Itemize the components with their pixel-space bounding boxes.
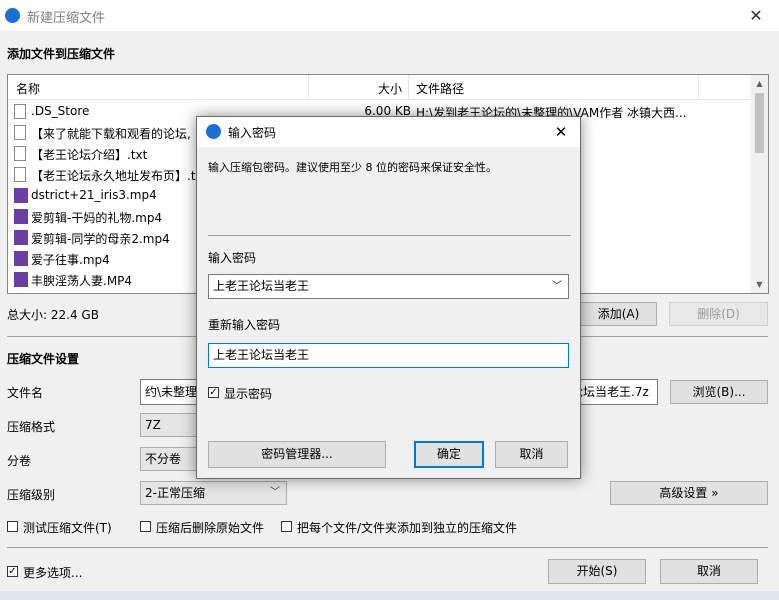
password-dialog: 输入密码 ✕ 输入压缩包密码。建议使用至少 8 位的密码来保证安全性。 输入密码… bbox=[196, 116, 581, 479]
password-manager-button[interactable]: 密码管理器... bbox=[208, 441, 386, 468]
each-file-checkbox[interactable] bbox=[281, 521, 292, 532]
cell-name: 【来了就能下载和观看的论坛, bbox=[31, 127, 191, 141]
cell-name: 【老王论坛永久地址发布页】.t bbox=[31, 169, 196, 183]
show-password-checkbox[interactable]: ✓ bbox=[208, 387, 219, 398]
settings-heading: 压缩文件设置 bbox=[7, 352, 80, 366]
each-file-label[interactable]: 把每个文件/文件夹添加到独立的压缩文件 bbox=[297, 519, 517, 536]
divider bbox=[7, 547, 768, 548]
chevron-down-icon[interactable]: ﹀ bbox=[552, 275, 562, 298]
close-icon[interactable]: ✕ bbox=[733, 0, 779, 31]
more-options-label[interactable]: 更多选项... bbox=[23, 564, 82, 581]
divider bbox=[208, 235, 571, 236]
test-archive-label[interactable]: 测试压缩文件(T) bbox=[23, 519, 112, 536]
total-size: 总大小: 22.4 GB bbox=[7, 308, 99, 322]
password-value: 上老王论坛当老王 bbox=[213, 279, 310, 293]
start-button[interactable]: 开始(S) bbox=[548, 559, 646, 584]
test-archive-checkbox[interactable] bbox=[7, 521, 18, 532]
more-options-checkbox[interactable]: ✓ bbox=[7, 566, 18, 577]
mp4-icon bbox=[14, 272, 28, 287]
cell-name: dstrict+21_iris3.mp4 bbox=[31, 188, 157, 202]
split-label: 分卷 bbox=[7, 454, 32, 468]
file-icon bbox=[14, 146, 26, 161]
mp4-icon bbox=[14, 230, 28, 245]
dialog-title: 输入密码 bbox=[228, 126, 277, 140]
taskbar-strip bbox=[0, 591, 779, 600]
window-title: 新建压缩文件 bbox=[27, 11, 106, 26]
app-logo-icon bbox=[5, 8, 20, 23]
advanced-settings-button[interactable]: 高级设置 » bbox=[610, 481, 768, 505]
confirm-password-input[interactable]: 上老王论坛当老王 bbox=[208, 343, 569, 368]
file-list-scrollbar[interactable]: ▲ ▼ bbox=[751, 75, 768, 293]
password-input[interactable]: 上老王论坛当老王 ﹀ bbox=[208, 274, 569, 299]
cell-name: 爱子往事.mp4 bbox=[31, 253, 110, 267]
level-select[interactable]: 2-正常压缩 ﹀ bbox=[140, 481, 287, 505]
add-files-heading: 添加文件到压缩文件 bbox=[7, 47, 116, 61]
ok-button[interactable]: 确定 bbox=[414, 441, 484, 468]
file-icon bbox=[14, 167, 26, 182]
title-bar: 新建压缩文件 ✕ bbox=[0, 0, 779, 31]
dialog-cancel-button[interactable]: 取消 bbox=[495, 441, 568, 468]
filename-label: 文件名 bbox=[7, 386, 44, 400]
scroll-down-icon[interactable]: ▼ bbox=[751, 276, 768, 293]
password-label: 输入密码 bbox=[208, 251, 257, 265]
cell-name: 爱剪辑-同学的母亲2.mp4 bbox=[31, 232, 170, 246]
mp4-icon bbox=[14, 188, 28, 203]
cell-name: 【老王论坛介绍】.txt bbox=[31, 148, 148, 162]
scroll-thumb[interactable] bbox=[755, 93, 764, 153]
level-label: 压缩级别 bbox=[7, 488, 56, 502]
mp4-icon bbox=[14, 251, 28, 266]
cell-name: 爱剪辑-干妈的礼物.mp4 bbox=[31, 211, 163, 225]
show-password-label[interactable]: 显示密码 bbox=[224, 385, 272, 402]
mp4-icon bbox=[14, 209, 28, 224]
column-path[interactable]: 文件路径 bbox=[416, 80, 464, 97]
chevron-down-icon: ﹀ bbox=[270, 487, 280, 498]
dialog-title-bar: 输入密码 ✕ bbox=[197, 117, 580, 147]
delete-after-checkbox[interactable] bbox=[140, 521, 151, 532]
app-logo-icon bbox=[206, 124, 221, 139]
cancel-button[interactable]: 取消 bbox=[660, 559, 758, 584]
column-size[interactable]: 大小 bbox=[378, 80, 402, 97]
close-icon[interactable]: ✕ bbox=[546, 120, 576, 144]
cell-name: 丰腴淫荡人妻.MP4 bbox=[31, 274, 133, 288]
file-icon bbox=[14, 104, 26, 119]
column-name[interactable]: 名称 bbox=[16, 80, 40, 97]
scroll-up-icon[interactable]: ▲ bbox=[751, 75, 768, 92]
level-value: 2-正常压缩 bbox=[145, 486, 205, 500]
browse-button[interactable]: 浏览(B)... bbox=[670, 380, 768, 404]
dialog-description: 输入压缩包密码。建议使用至少 8 位的密码来保证安全性。 bbox=[208, 161, 497, 174]
file-list-header: 名称 大小 文件路径 bbox=[8, 75, 753, 100]
cell-name: .DS_Store bbox=[31, 104, 90, 118]
confirm-password-label: 重新输入密码 bbox=[208, 318, 281, 332]
delete-after-label[interactable]: 压缩后删除原始文件 bbox=[156, 519, 264, 536]
format-label: 压缩格式 bbox=[7, 420, 56, 434]
file-icon bbox=[14, 125, 26, 140]
delete-button[interactable]: 删除(D) bbox=[669, 302, 768, 326]
